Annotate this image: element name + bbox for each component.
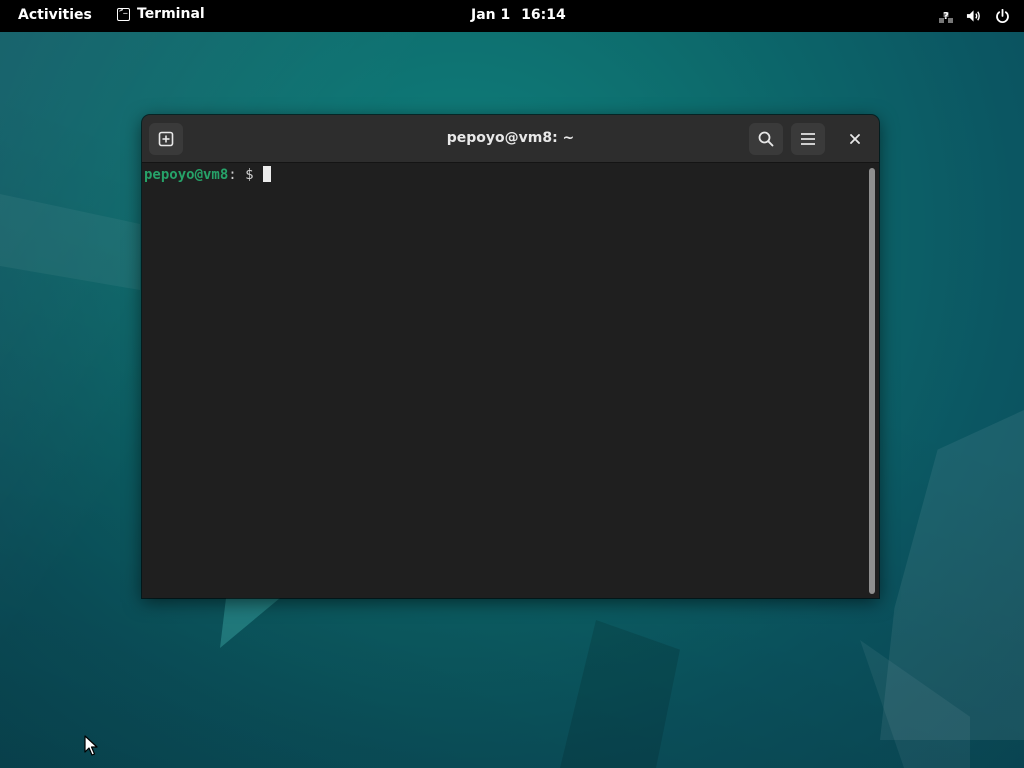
system-tray[interactable]: ? <box>938 8 1010 24</box>
mouse-pointer-icon <box>84 735 98 756</box>
search-button[interactable] <box>749 123 783 155</box>
close-button[interactable] <box>840 123 870 155</box>
app-menu-button[interactable]: Terminal <box>117 6 205 22</box>
activities-button[interactable]: Activities <box>18 7 92 23</box>
top-bar: Activities Terminal Jan 1 16:14 ? <box>0 0 1024 32</box>
scrollbar-thumb[interactable] <box>869 168 875 594</box>
volume-icon[interactable] <box>966 8 982 24</box>
power-icon[interactable] <box>994 8 1010 24</box>
prompt-separator: : <box>228 167 237 183</box>
clock-button[interactable]: Jan 1 16:14 <box>471 7 572 23</box>
network-unknown-icon[interactable]: ? <box>938 8 954 24</box>
svg-text:?: ? <box>943 11 949 22</box>
terminal-icon <box>117 6 130 21</box>
clock-time: 16:14 <box>521 7 566 23</box>
wallpaper-facet <box>0 194 140 290</box>
terminal-window[interactable]: pepoyo@vm8: ~ pepoyo@vm8: $ <box>142 115 879 598</box>
search-icon <box>758 131 774 147</box>
wallpaper-facet <box>860 640 970 768</box>
main-menu-button[interactable] <box>791 123 825 155</box>
app-menu-label: Terminal <box>137 6 205 22</box>
scrollbar[interactable] <box>865 163 879 598</box>
wallpaper-facet <box>560 620 680 768</box>
hamburger-menu-icon <box>801 133 815 145</box>
window-headerbar[interactable]: pepoyo@vm8: ~ <box>142 115 879 163</box>
clock-date: Jan 1 <box>471 7 511 23</box>
prompt-user-host: pepoyo@vm8 <box>144 167 229 183</box>
wallpaper-facet <box>220 598 280 648</box>
prompt-symbol: $ <box>236 167 263 183</box>
prompt-line: pepoyo@vm8: $ <box>144 166 272 183</box>
close-icon <box>850 134 860 144</box>
wallpaper-facet <box>880 410 1024 740</box>
terminal-content[interactable]: pepoyo@vm8: $ <box>142 163 864 598</box>
text-cursor <box>263 166 272 182</box>
